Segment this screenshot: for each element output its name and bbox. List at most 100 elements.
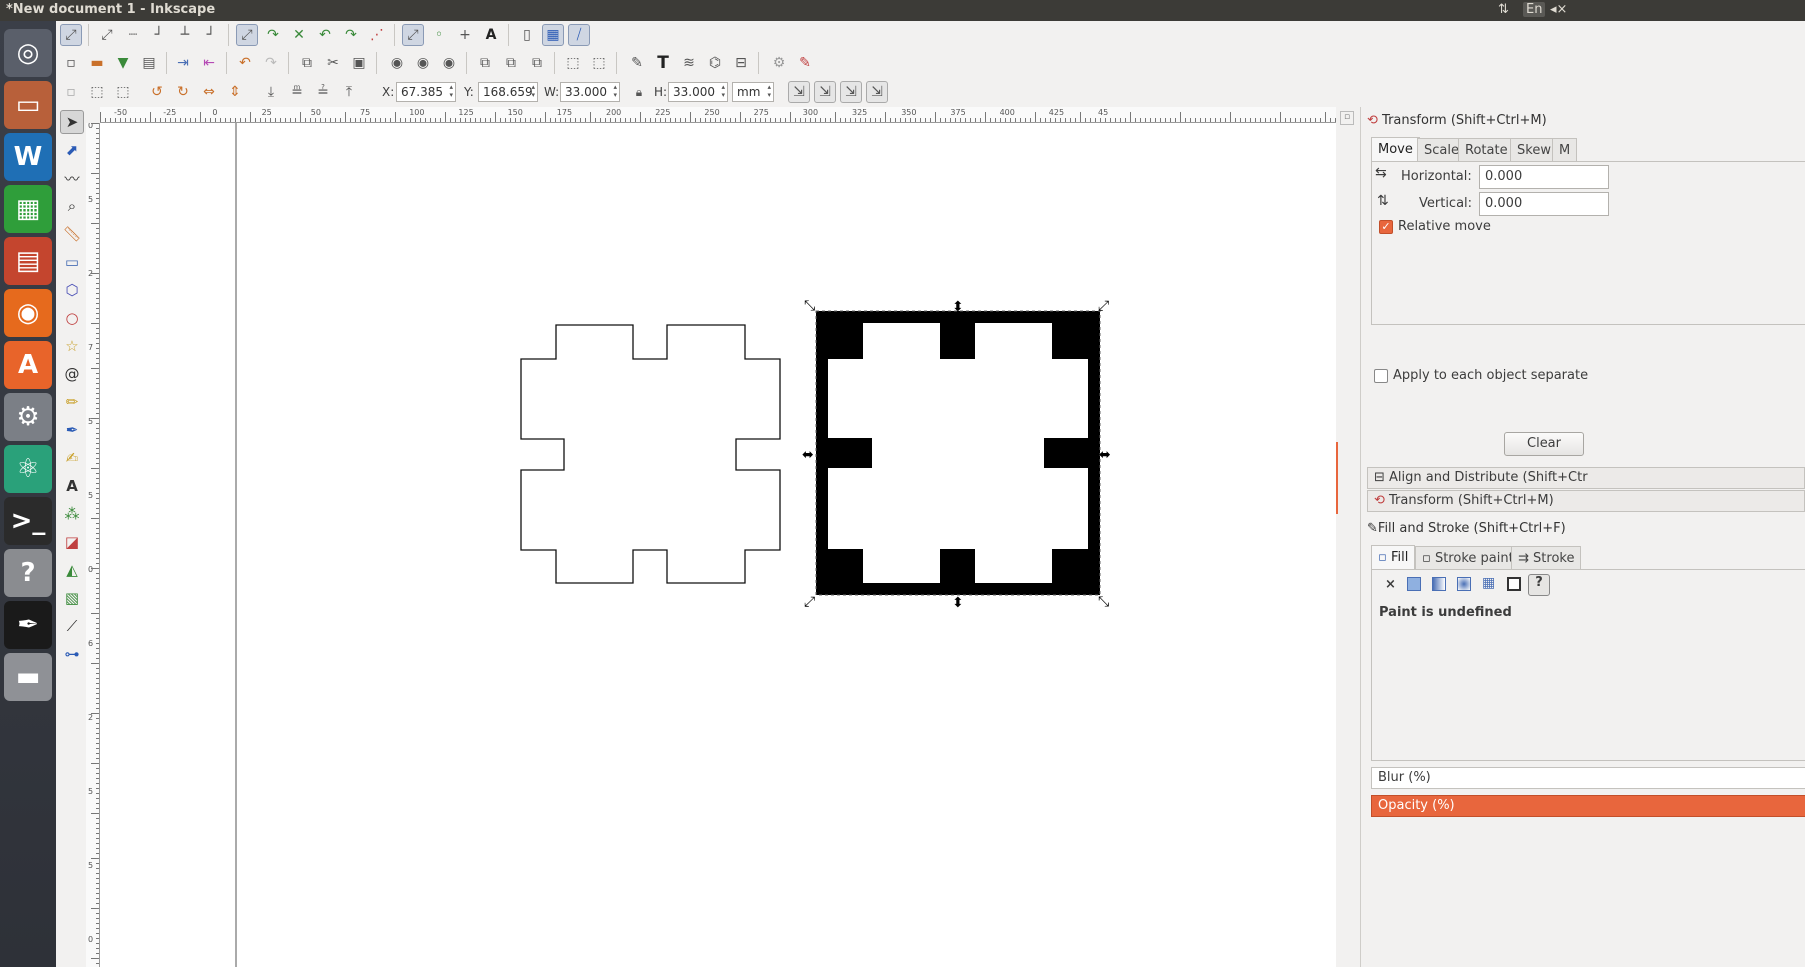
pen-tool-icon[interactable]: ✒: [60, 418, 84, 442]
unset-paint-icon[interactable]: ?: [1528, 574, 1550, 596]
scale-stroke-icon[interactable]: ⇲: [788, 81, 810, 103]
undo-icon[interactable]: ↶: [234, 52, 256, 74]
fill-stroke-title[interactable]: ✎Fill and Stroke (Shift+Ctrl+F): [1367, 521, 1566, 536]
cut-icon[interactable]: ✂: [322, 52, 344, 74]
rect-tool-icon[interactable]: ▭: [60, 250, 84, 274]
pencil-tool-icon[interactable]: ✏: [60, 390, 84, 414]
snap-midpoints-icon[interactable]: ⋰: [366, 24, 388, 46]
document-properties-icon[interactable]: ✎: [794, 52, 816, 74]
launcher-system-settings-icon[interactable]: ⚙: [4, 393, 52, 441]
select-all-icon[interactable]: ▫: [60, 81, 82, 103]
launcher-files-icon[interactable]: ▭: [4, 81, 52, 129]
launcher-terminal-icon[interactable]: >_: [4, 497, 52, 545]
vertical-scrollbar[interactable]: [1336, 442, 1338, 514]
radial-gradient-icon[interactable]: [1457, 577, 1471, 591]
swatch-icon[interactable]: [1507, 577, 1521, 591]
zoom-drawing-icon[interactable]: ◉: [412, 52, 434, 74]
connector-tool-icon[interactable]: ⊶: [60, 642, 84, 666]
tab-stroke-paint[interactable]: ▫ Stroke paint: [1415, 546, 1521, 570]
zoom-selection-icon[interactable]: ◉: [386, 52, 408, 74]
open-icon[interactable]: ▬: [86, 52, 108, 74]
star-tool-icon[interactable]: ☆: [60, 334, 84, 358]
snap-guide-icon[interactable]: ⧸: [568, 24, 590, 46]
launcher-software-center-icon[interactable]: A: [4, 341, 52, 389]
unit-select[interactable]: mm ▴ ▾: [732, 82, 774, 102]
text-font-icon[interactable]: T: [652, 52, 674, 74]
linear-gradient-icon[interactable]: [1432, 577, 1446, 591]
zoom-page-icon[interactable]: ◉: [438, 52, 460, 74]
snap-others-icon[interactable]: ⤢: [402, 24, 424, 46]
launcher-atom-icon[interactable]: ⚛: [4, 445, 52, 493]
tab-rotate[interactable]: Rotate: [1458, 138, 1515, 162]
puzzle-piece-selected[interactable]: [815, 310, 1101, 596]
select-all-layers-icon[interactable]: ⬚: [86, 81, 108, 103]
xml-editor-icon[interactable]: ⌬: [704, 52, 726, 74]
tab-move[interactable]: Move: [1371, 137, 1420, 161]
snap-bbox-midpoint-icon[interactable]: ┴: [174, 24, 196, 46]
snap-object-center-icon[interactable]: ◦: [428, 24, 450, 46]
scale-corners-icon[interactable]: ⇲: [814, 81, 836, 103]
snap-cusp-nodes-icon[interactable]: ↶: [314, 24, 336, 46]
tab-skew[interactable]: Skew: [1510, 138, 1558, 162]
export-icon[interactable]: ⇤: [198, 52, 220, 74]
tab-stroke-style[interactable]: ⇉ Stroke: [1511, 546, 1582, 570]
blur-slider[interactable]: Blur (%): [1371, 767, 1805, 789]
snap-paths-icon[interactable]: ↷: [262, 24, 284, 46]
eraser-tool-icon[interactable]: ◪: [60, 530, 84, 554]
transform-header[interactable]: ⟲ Transform (Shift+Ctrl+M): [1367, 490, 1805, 512]
node-tool-icon[interactable]: ⬈: [60, 138, 84, 162]
zoom-corner-icon[interactable]: ▫: [1340, 111, 1354, 125]
apply-each-checkbox[interactable]: [1374, 369, 1388, 383]
unlink-clone-icon[interactable]: ⧉: [526, 52, 548, 74]
spray-tool-icon[interactable]: ⁂: [60, 502, 84, 526]
transform-panel-title[interactable]: ⟲ Transform (Shift+Ctrl+M): [1367, 113, 1547, 128]
x-input[interactable]: 67.385 ▴ ▾: [396, 82, 456, 102]
horizontal-input[interactable]: 0.000: [1479, 165, 1609, 189]
volume-icon[interactable]: ◂×: [1550, 2, 1567, 17]
calligraphy-tool-icon[interactable]: ✍: [60, 446, 84, 470]
layers-icon[interactable]: ≋: [678, 52, 700, 74]
new-document-icon[interactable]: ▫: [60, 52, 82, 74]
tab-matrix[interactable]: M: [1552, 138, 1578, 162]
save-icon[interactable]: ▼: [112, 52, 134, 74]
move-gradients-icon[interactable]: ⇲: [840, 81, 862, 103]
network-icon[interactable]: ⇅: [1498, 2, 1509, 17]
print-icon[interactable]: ▤: [138, 52, 160, 74]
snap-rotation-center-icon[interactable]: +: [454, 24, 476, 46]
spiral-tool-icon[interactable]: @: [60, 362, 84, 386]
fill-stroke-icon[interactable]: ✎: [626, 52, 648, 74]
clear-button[interactable]: Clear: [1504, 432, 1584, 456]
tweak-tool-icon[interactable]: 〰: [60, 166, 84, 190]
keyboard-indicator[interactable]: En: [1523, 2, 1546, 17]
copy-icon[interactable]: ⧉: [296, 52, 318, 74]
canvas[interactable]: ⤡ ⤢ ⤢ ⤡ ⬍ ⬍ ⬌ ⬌: [100, 123, 1336, 967]
horizontal-ruler[interactable]: -50 -25 0 25 50 75 100 125 150 175 200 225 250 275 300…: [100, 107, 1336, 123]
move-patterns-icon[interactable]: ⇲: [866, 81, 888, 103]
y-input[interactable]: 168.659 ▴ ▾: [478, 82, 538, 102]
puzzle-piece-outline[interactable]: [520, 324, 781, 584]
launcher-writer-icon[interactable]: W: [4, 133, 52, 181]
w-input[interactable]: 33.000 ▴ ▾: [560, 82, 620, 102]
snap-smooth-nodes-icon[interactable]: ↷: [340, 24, 362, 46]
ellipse-tool-icon[interactable]: ○: [60, 306, 84, 330]
launcher-inkscape-icon[interactable]: ✒: [4, 601, 52, 649]
snap-bbox-center-icon[interactable]: ┘: [200, 24, 222, 46]
snap-bbox-corner-icon[interactable]: ┘: [148, 24, 170, 46]
flat-color-icon[interactable]: [1407, 577, 1421, 591]
align-distribute-header[interactable]: ⊟ Align and Distribute (Shift+Ctr: [1367, 467, 1805, 489]
lower-bottom-icon[interactable]: ⤓: [260, 81, 282, 103]
no-paint-icon[interactable]: ×: [1385, 577, 1396, 592]
dropper-tool-icon[interactable]: ⟋: [60, 614, 84, 638]
vertical-ruler[interactable]: 052755062550: [86, 123, 100, 967]
paint-bucket-tool-icon[interactable]: ◭: [60, 558, 84, 582]
preferences-icon[interactable]: ⚙: [768, 52, 790, 74]
launcher-impress-icon[interactable]: ▤: [4, 237, 52, 285]
duplicate-icon[interactable]: ⧉: [474, 52, 496, 74]
launcher-firefox-icon[interactable]: ◉: [4, 289, 52, 337]
text-tool-icon[interactable]: A: [60, 474, 84, 498]
launcher-dash-icon[interactable]: ◎: [4, 29, 52, 77]
pattern-icon[interactable]: ▦: [1482, 575, 1495, 591]
flip-vertical-icon[interactable]: ⇕: [224, 81, 246, 103]
redo-icon[interactable]: ↷: [260, 52, 282, 74]
launcher-help-icon[interactable]: ?: [4, 549, 52, 597]
